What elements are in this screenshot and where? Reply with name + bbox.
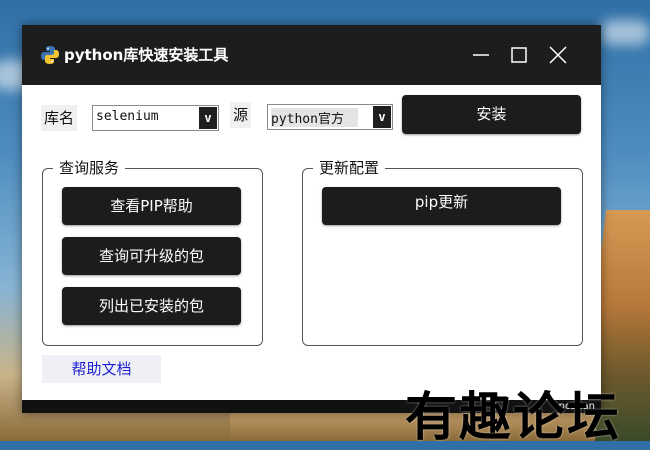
title-bar[interactable]: python库快速安装工具 — [22, 25, 601, 85]
library-name-label: 库名 — [41, 105, 78, 131]
maximize-icon — [511, 47, 527, 63]
query-service-title: 查询服务 — [53, 159, 126, 177]
app-window: python库快速安装工具 库名 selenium v 源 python官方 v… — [22, 25, 601, 413]
view-pip-help-button[interactable]: 查看PIP帮助 — [62, 187, 241, 225]
minimize-icon — [473, 54, 489, 56]
source-label: 源 — [230, 102, 252, 128]
maximize-button[interactable] — [503, 39, 535, 71]
desktop-cloud — [600, 20, 650, 45]
window-title: python库快速安装工具 — [64, 46, 229, 64]
pip-update-button[interactable]: pip更新 — [322, 187, 561, 225]
minimize-button[interactable] — [465, 39, 497, 71]
chevron-down-icon[interactable]: v — [373, 106, 391, 128]
source-value[interactable]: python官方 — [271, 108, 358, 127]
install-button[interactable]: 安装 — [402, 95, 581, 134]
watermark: 有趣论坛 — [405, 387, 622, 448]
update-config-group: 更新配置 pip更新 — [302, 159, 583, 346]
list-upgradable-button[interactable]: 查询可升级的包 — [62, 237, 241, 275]
list-installed-button[interactable]: 列出已安装的包 — [62, 287, 241, 325]
close-button[interactable] — [542, 39, 574, 71]
library-name-combobox[interactable]: selenium v — [92, 105, 219, 131]
chevron-down-icon[interactable]: v — [199, 107, 217, 129]
help-docs-button[interactable]: 帮助文档 — [42, 355, 161, 383]
update-config-title: 更新配置 — [313, 159, 386, 177]
source-combobox[interactable]: python官方 v — [267, 104, 393, 130]
close-icon — [549, 46, 567, 64]
window-content: 库名 selenium v 源 python官方 v 安装 查询服务 查看PIP… — [22, 85, 601, 400]
python-logo-icon — [40, 45, 60, 65]
library-name-value[interactable]: selenium — [96, 109, 159, 124]
query-service-group: 查询服务 查看PIP帮助 查询可升级的包 列出已安装的包 — [42, 159, 263, 346]
